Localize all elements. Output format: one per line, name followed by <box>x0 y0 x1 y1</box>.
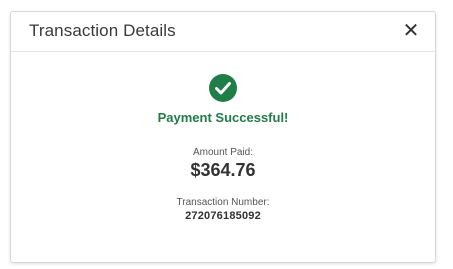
close-icon[interactable]: ✕ <box>401 20 421 42</box>
transaction-number-value: 272076185092 <box>185 210 261 222</box>
modal-header: Transaction Details ✕ <box>11 12 435 52</box>
transaction-details-modal: Transaction Details ✕ Payment Successful… <box>10 11 436 263</box>
modal-body: Payment Successful! Amount Paid: $364.76… <box>11 52 435 262</box>
amount-paid-value: $364.76 <box>190 160 256 180</box>
check-circle-icon <box>209 74 237 102</box>
modal-title: Transaction Details <box>29 21 176 40</box>
amount-paid-label: Amount Paid: <box>192 147 254 158</box>
transaction-number-label: Transaction Number: <box>176 197 270 208</box>
payment-success-message: Payment Successful! <box>157 110 289 125</box>
